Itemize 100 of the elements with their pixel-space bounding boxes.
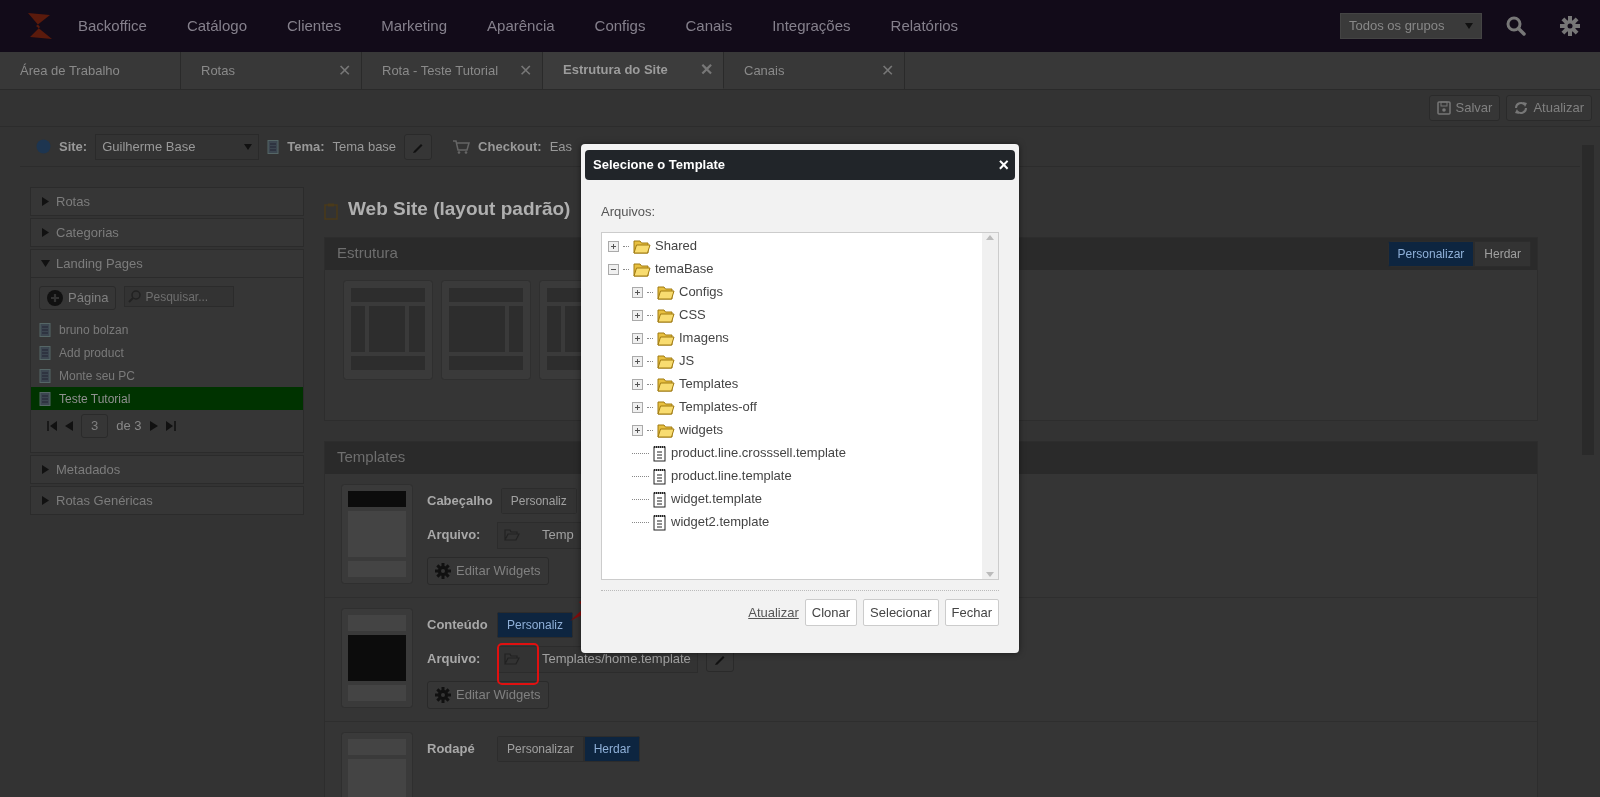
refresh-link[interactable]: Atualizar: [748, 602, 799, 622]
refresh-icon: [1514, 101, 1529, 115]
files-label: Arquivos:: [601, 203, 657, 221]
nav-menu-item[interactable]: Marketing: [381, 14, 448, 38]
template-name: Conteúdo: [427, 615, 489, 634]
folder-icon: [657, 330, 675, 346]
triangle-right-icon: [41, 465, 50, 474]
folder-icon: [657, 376, 675, 392]
tree-item-label[interactable]: product.line.template: [671, 466, 792, 486]
tree-item-label[interactable]: Shared: [655, 236, 697, 256]
document-icon: [267, 139, 280, 154]
tab[interactable]: Estrutura do Site ✕: [543, 52, 724, 89]
nav-menu-item[interactable]: Integrações: [772, 14, 851, 38]
refresh-button[interactable]: Atualizar: [1506, 95, 1592, 121]
document-icon: [653, 444, 667, 462]
mode-toggle[interactable]: Herdar: [1474, 240, 1531, 267]
mode-toggle[interactable]: Herdar: [583, 735, 641, 762]
accordion-header[interactable]: Categorias: [31, 219, 303, 246]
panel-title: Templates: [337, 447, 406, 468]
minus-box-icon[interactable]: [608, 263, 619, 275]
document-icon: [653, 490, 667, 508]
mode-toggle[interactable]: Personaliz: [497, 611, 574, 638]
accordion-header[interactable]: Rotas: [31, 188, 303, 215]
cart-icon: [452, 139, 471, 154]
nav-menu-item[interactable]: Backoffice: [78, 14, 147, 38]
group-select[interactable]: Todos os grupos: [1340, 13, 1482, 39]
accordion-header[interactable]: Landing Pages: [31, 250, 303, 277]
save-button[interactable]: Salvar: [1428, 95, 1501, 121]
plus-box-icon[interactable]: [632, 401, 643, 413]
add-page-button[interactable]: Página: [39, 286, 117, 310]
nav-menu-item[interactable]: Relatórios: [890, 14, 959, 38]
highlight-frame: [497, 643, 539, 685]
panel-title: Estrutura: [337, 243, 398, 264]
dialog-button[interactable]: Clonar: [804, 598, 858, 626]
settings-icon[interactable]: [1560, 16, 1580, 36]
folder-icon: [657, 284, 675, 300]
mode-toggle[interactable]: Personaliz: [500, 487, 577, 514]
plus-box-icon[interactable]: [632, 286, 643, 298]
folder-icon: [657, 307, 675, 323]
tree-item-label[interactable]: Imagens: [679, 328, 729, 348]
close-icon[interactable]: ✕: [881, 58, 894, 83]
page-list-item[interactable]: bruno bolzan: [31, 318, 303, 341]
page-number-field[interactable]: 3: [81, 414, 109, 438]
plus-box-icon[interactable]: [632, 355, 643, 367]
tree-item-label[interactable]: widget2.template: [671, 512, 770, 532]
dialog-button[interactable]: Fechar: [944, 598, 999, 626]
file-label: Arquivo:: [427, 526, 482, 545]
accordion-header[interactable]: Rotas Genéricas: [31, 487, 303, 514]
nav-menu-item[interactable]: Canais: [685, 14, 733, 38]
theme-label: Tema:: [287, 137, 325, 156]
tree-item-label[interactable]: product.line.crosssell.template: [671, 443, 846, 463]
plus-box-icon[interactable]: [632, 424, 643, 436]
site-select[interactable]: Guilherme Base: [95, 133, 260, 160]
search-field[interactable]: Pesquisar...: [124, 286, 235, 307]
folder-icon: [657, 422, 675, 438]
document-icon: [39, 391, 51, 406]
plus-box-icon[interactable]: [632, 309, 643, 321]
folder-icon: [633, 238, 651, 254]
tree-item-label[interactable]: widgets: [679, 420, 724, 440]
file-label: Arquivo:: [427, 650, 482, 669]
plus-box-icon[interactable]: [632, 332, 643, 344]
nav-menu-item[interactable]: Aparência: [487, 14, 555, 38]
document-icon: [653, 513, 667, 531]
triangle-right-icon: [41, 496, 50, 505]
tree-item-label[interactable]: widget.template: [671, 489, 763, 509]
close-icon[interactable]: ✕: [519, 58, 532, 83]
edit-widgets-button[interactable]: Editar Widgets: [427, 680, 549, 709]
tree-item-label[interactable]: Templates: [679, 374, 739, 394]
tree-item-label[interactable]: CSS: [679, 305, 706, 325]
template-name: Rodapé: [427, 739, 476, 758]
triangle-right-icon: [41, 228, 50, 237]
document-icon: [653, 467, 667, 485]
search-icon[interactable]: [1506, 16, 1526, 36]
tree-item-label[interactable]: JS: [679, 351, 695, 371]
tree-item-label[interactable]: Configs: [679, 282, 724, 302]
close-icon[interactable]: ✕: [338, 58, 351, 83]
checkout-value: Eas: [549, 137, 573, 156]
tree-item-label[interactable]: temaBase: [655, 259, 714, 279]
nav-menu-item[interactable]: Clientes: [287, 14, 342, 38]
page-list-item[interactable]: Monte seu PC: [31, 364, 303, 387]
page-list-item[interactable]: Teste Tutorial: [31, 387, 303, 410]
page-title: Web Site (layout padrão): [348, 197, 571, 221]
clipboard-icon: [324, 203, 340, 221]
edit-widgets-button[interactable]: Editar Widgets: [427, 556, 549, 585]
mode-toggle[interactable]: Personalizar: [1387, 240, 1475, 267]
triangle-down-icon: [41, 259, 50, 268]
page-list-item[interactable]: Add product: [31, 341, 303, 364]
plus-box-icon[interactable]: [608, 240, 619, 252]
folder-icon: [633, 261, 651, 277]
gear-icon: [435, 686, 451, 703]
accordion-header[interactable]: Metadados: [31, 456, 303, 483]
plus-box-icon[interactable]: [632, 378, 643, 390]
mode-toggle[interactable]: Personalizar: [497, 735, 584, 762]
folder-icon: [657, 399, 675, 415]
folder-icon: [657, 353, 675, 369]
nav-menu-item[interactable]: Catálogo: [186, 14, 247, 38]
nav-menu-item[interactable]: Configs: [594, 14, 646, 38]
tree-item-label[interactable]: Templates-off: [679, 397, 757, 417]
dialog-button[interactable]: Selecionar: [863, 598, 939, 626]
close-button[interactable]: ×: [998, 156, 1009, 174]
